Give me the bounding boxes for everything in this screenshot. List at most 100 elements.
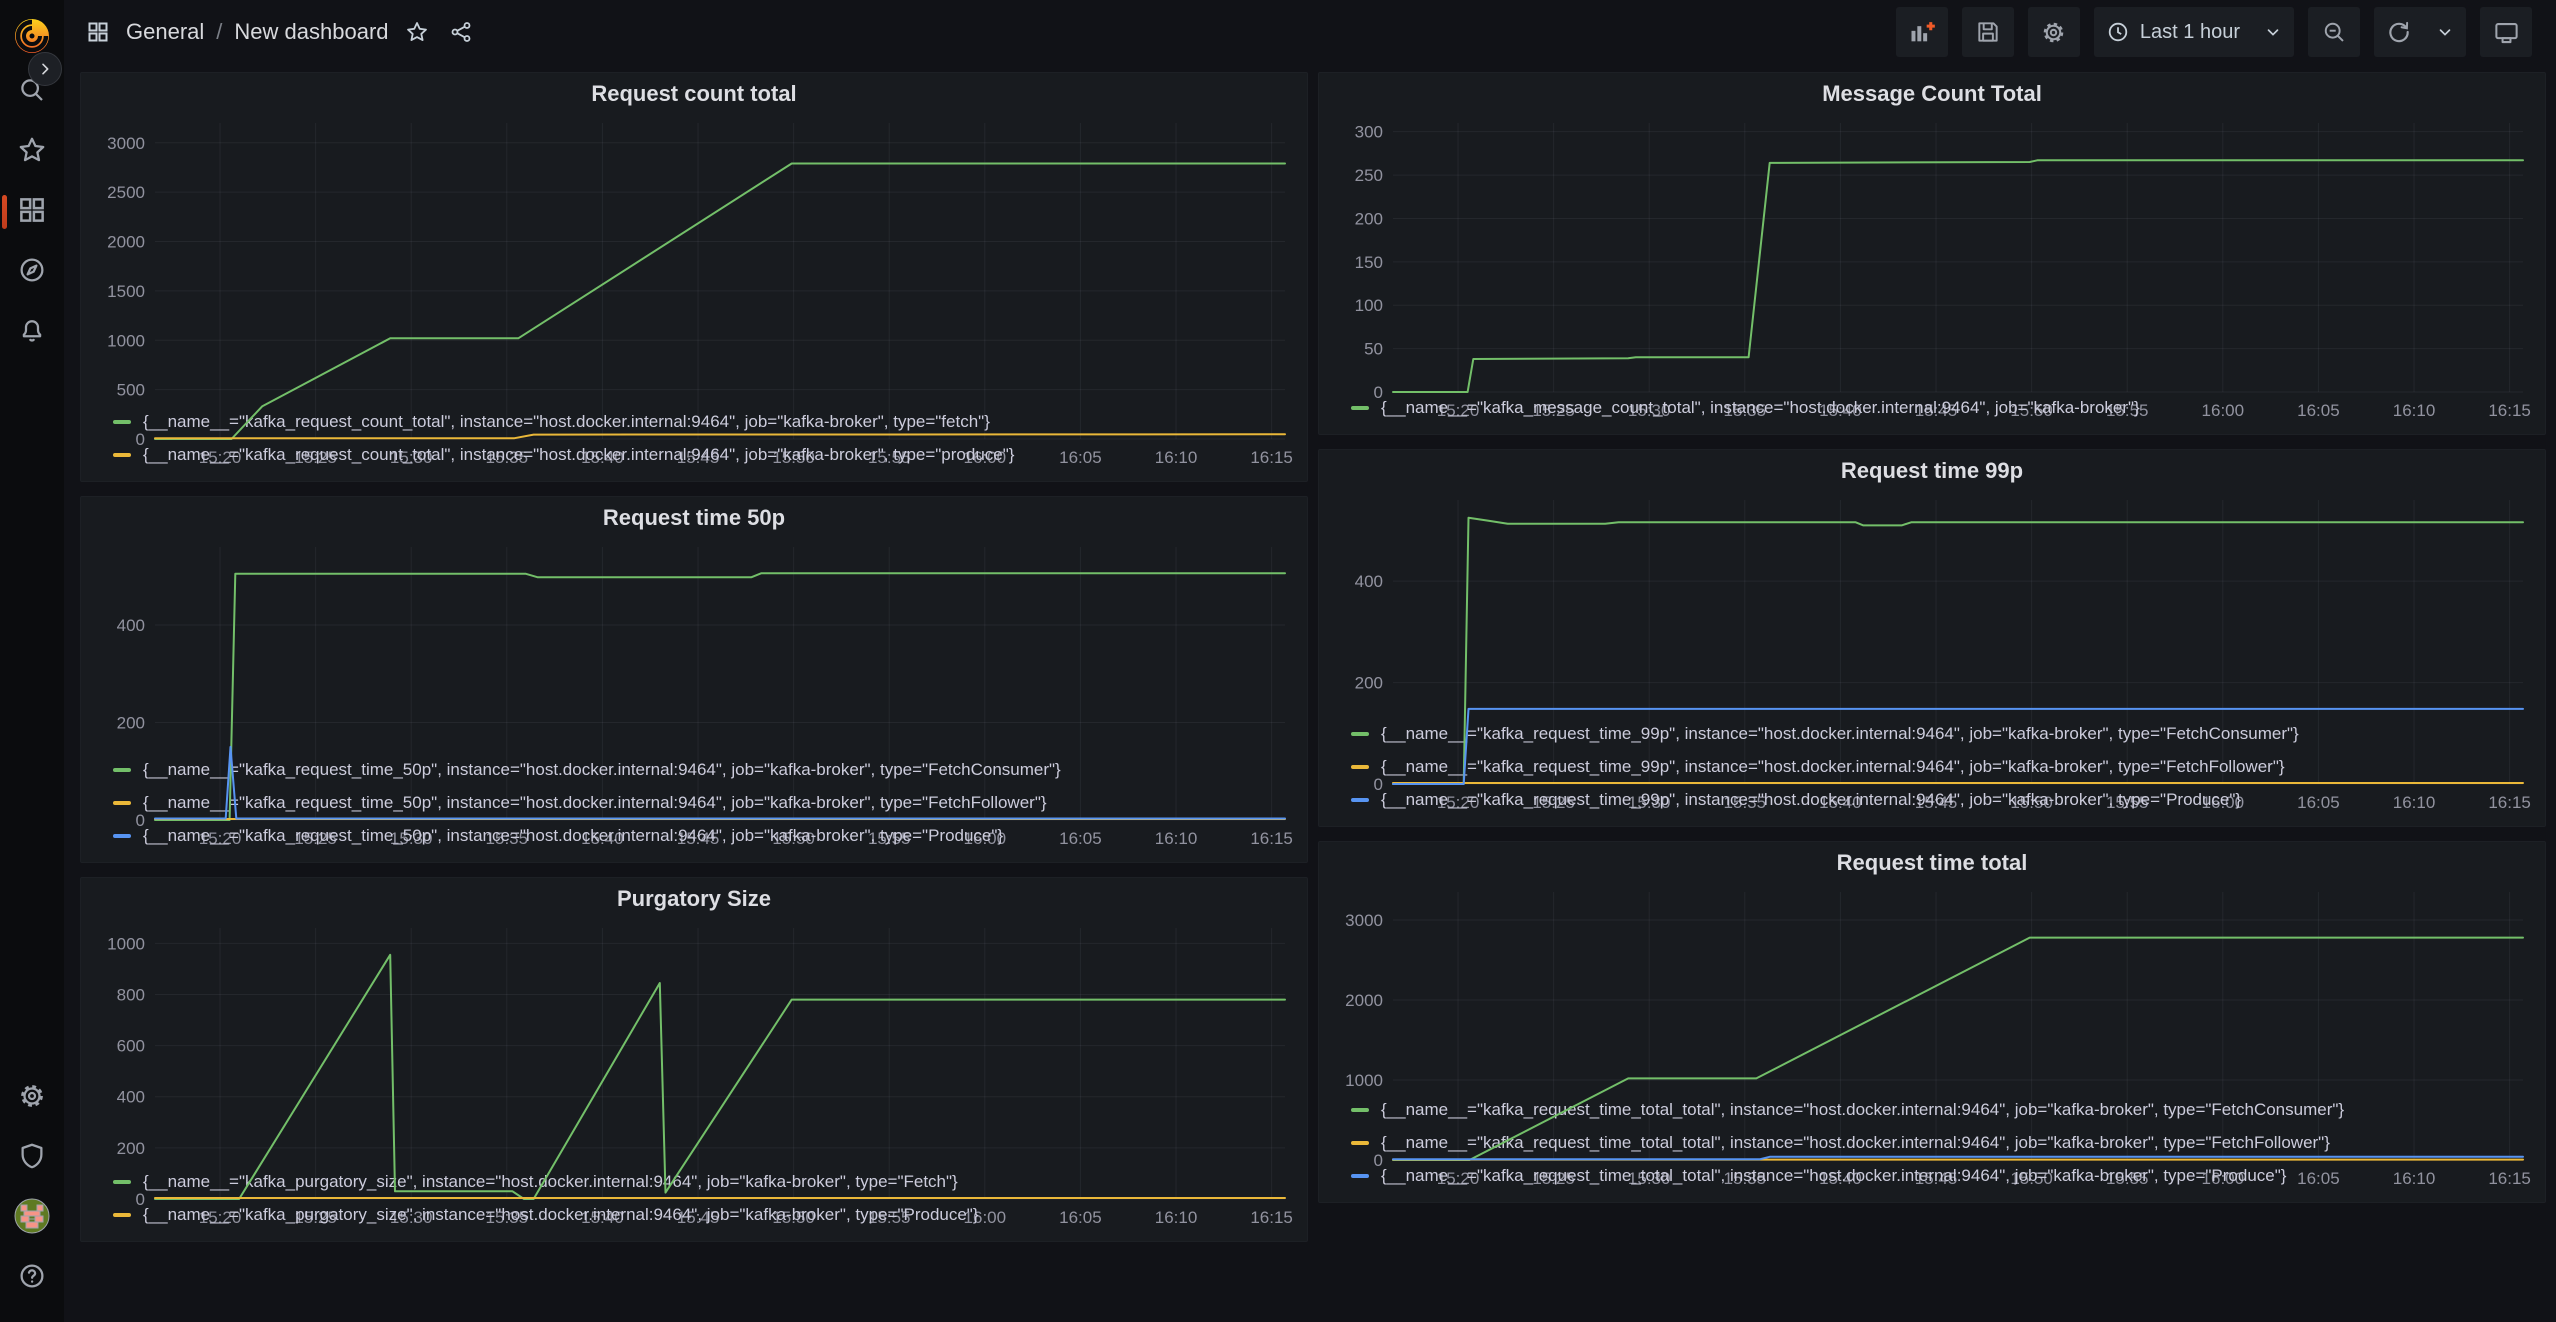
sidebar-item-profile[interactable] (0, 1188, 64, 1248)
y-axis-tick-label: 3000 (1345, 911, 1383, 930)
panel-title[interactable]: Purgatory Size (91, 882, 1297, 916)
bell-icon (17, 315, 47, 350)
y-axis-tick-label: 800 (117, 985, 145, 1004)
x-axis-tick-label: 15:35 (1724, 1169, 1767, 1188)
star-dashboard-icon[interactable] (401, 16, 433, 48)
refresh-interval-dropdown-button[interactable] (2424, 7, 2466, 57)
y-axis-tick-label: 0 (136, 811, 145, 830)
x-axis-tick-label: 15:35 (486, 1208, 529, 1227)
panel-request-time-99p: Request time 99p 15:2015:2515:3015:3515:… (1318, 449, 2546, 827)
x-axis-tick-label: 15:55 (868, 1208, 911, 1227)
sidebar-item-alerting[interactable] (0, 302, 64, 362)
x-axis-tick-label: 15:55 (868, 829, 911, 848)
x-axis-tick-label: 15:40 (1819, 1169, 1862, 1188)
x-axis-tick-label: 15:25 (294, 1208, 337, 1227)
chart-canvas: 15:2015:2515:3015:3515:4015:4515:5015:55… (1329, 111, 2535, 422)
series-line (1393, 518, 2523, 784)
sidebar-item-dashboards[interactable] (0, 182, 64, 242)
x-axis-tick-label: 15:30 (1628, 793, 1671, 812)
x-axis-tick-label: 15:25 (294, 448, 337, 467)
top-navigation: General / New dashboard (64, 0, 2556, 64)
y-axis-tick-label: 0 (136, 1190, 145, 1209)
x-axis-tick-label: 16:15 (1250, 829, 1293, 848)
y-axis-tick-label: 2500 (107, 183, 145, 202)
panel-title[interactable]: Request time total (1329, 846, 2535, 880)
sidebar-expand-button[interactable] (28, 52, 62, 86)
panel-title[interactable]: Request time 99p (1329, 454, 2535, 488)
y-axis-tick-label: 400 (1355, 572, 1383, 591)
save-dashboard-button[interactable] (1962, 7, 2014, 57)
share-icon[interactable] (445, 16, 477, 48)
y-axis-tick-label: 250 (1355, 166, 1383, 185)
panel-title[interactable]: Message Count Total (1329, 77, 2535, 111)
x-axis-tick-label: 15:25 (1532, 401, 1575, 420)
chart-canvas: 15:2015:2515:3015:3515:4015:4515:5015:55… (91, 916, 1297, 1229)
cycle-view-mode-button[interactable] (2480, 7, 2532, 57)
time-picker: Last 1 hour (2094, 7, 2294, 57)
y-axis-tick-label: 200 (1355, 674, 1383, 693)
star-icon (17, 135, 47, 170)
x-axis-tick-label: 15:30 (390, 1208, 433, 1227)
dashboard-settings-button[interactable] (2028, 7, 2080, 57)
x-axis-tick-label: 16:15 (2488, 1169, 2531, 1188)
breadcrumb-folder[interactable]: General (126, 19, 204, 45)
add-panel-button[interactable] (1896, 7, 1948, 57)
panel-purgatory-size: Purgatory Size 15:2015:2515:3015:3515:40… (80, 877, 1308, 1242)
refresh-button[interactable] (2374, 7, 2424, 57)
x-axis-tick-label: 15:20 (199, 1208, 242, 1227)
y-axis-tick-label: 1000 (107, 331, 145, 350)
x-axis-tick-label: 16:10 (1155, 448, 1198, 467)
x-axis-tick-label: 15:35 (486, 448, 529, 467)
x-axis-tick-label: 15:45 (677, 1208, 720, 1227)
time-range-button[interactable]: Last 1 hour (2094, 7, 2252, 57)
time-series-plot[interactable]: 15:2015:2515:3015:3515:4015:4515:5015:55… (91, 111, 1297, 403)
series-line (1393, 938, 2523, 1160)
breadcrumb: General / New dashboard (82, 16, 477, 48)
x-axis-tick-label: 15:45 (677, 829, 720, 848)
time-series-plot[interactable]: 15:2015:2515:3015:3515:4015:4515:5015:55… (91, 916, 1297, 1163)
breadcrumb-separator: / (216, 19, 222, 45)
x-axis-tick-label: 15:45 (1915, 401, 1958, 420)
series-line (155, 747, 1285, 819)
sidebar (0, 0, 64, 1322)
sidebar-item-starred[interactable] (0, 122, 64, 182)
x-axis-tick-label: 15:30 (390, 829, 433, 848)
chevron-down-icon (2436, 23, 2454, 41)
x-axis-tick-label: 15:20 (199, 448, 242, 467)
refresh-picker (2374, 7, 2466, 57)
sidebar-item-help[interactable] (0, 1248, 64, 1308)
panel-request-count-total: Request count total 15:2015:2515:3015:35… (80, 72, 1308, 482)
x-axis-tick-label: 15:35 (1724, 793, 1767, 812)
dashboard-column-right: Message Count Total 15:2015:2515:3015:35… (1318, 72, 2546, 1322)
x-axis-tick-label: 15:45 (677, 448, 720, 467)
y-axis-tick-label: 0 (1374, 775, 1383, 794)
time-series-plot[interactable]: 15:2015:2515:3015:3515:4015:4515:5015:55… (1329, 111, 2535, 389)
compass-icon (17, 255, 47, 290)
sidebar-item-server-admin[interactable] (0, 1128, 64, 1188)
panel-title[interactable]: Request count total (91, 77, 1297, 111)
time-series-plot[interactable]: 15:2015:2515:3015:3515:4015:4515:5015:55… (1329, 488, 2535, 715)
x-axis-tick-label: 16:05 (1059, 829, 1102, 848)
y-axis-tick-label: 1000 (1345, 1071, 1383, 1090)
time-range-dropdown-button[interactable] (2252, 7, 2294, 57)
y-axis-tick-label: 400 (117, 1088, 145, 1107)
sidebar-item-configuration[interactable] (0, 1068, 64, 1128)
x-axis-tick-label: 15:25 (1532, 793, 1575, 812)
x-axis-tick-label: 16:10 (2393, 401, 2436, 420)
x-axis-tick-label: 16:05 (2297, 793, 2340, 812)
y-axis-tick-label: 150 (1355, 253, 1383, 272)
time-series-plot[interactable]: 15:2015:2515:3015:3515:4015:4515:5015:55… (91, 535, 1297, 751)
y-axis-tick-label: 400 (117, 616, 145, 635)
zoom-out-button[interactable] (2308, 7, 2360, 57)
breadcrumb-dashboard-title[interactable]: New dashboard (234, 19, 388, 45)
time-series-plot[interactable]: 15:2015:2515:3015:3515:4015:4515:5015:55… (1329, 880, 2535, 1091)
apps-grid-icon[interactable] (82, 16, 114, 48)
panel-title[interactable]: Request time 50p (91, 501, 1297, 535)
x-axis-tick-label: 15:45 (1915, 1169, 1958, 1188)
sidebar-item-explore[interactable] (0, 242, 64, 302)
dashboard-toolbar: Last 1 hour (1896, 7, 2532, 57)
x-axis-tick-label: 16:05 (2297, 1169, 2340, 1188)
clock-icon (2106, 20, 2130, 44)
x-axis-tick-label: 15:45 (1915, 793, 1958, 812)
shield-icon (17, 1141, 47, 1176)
